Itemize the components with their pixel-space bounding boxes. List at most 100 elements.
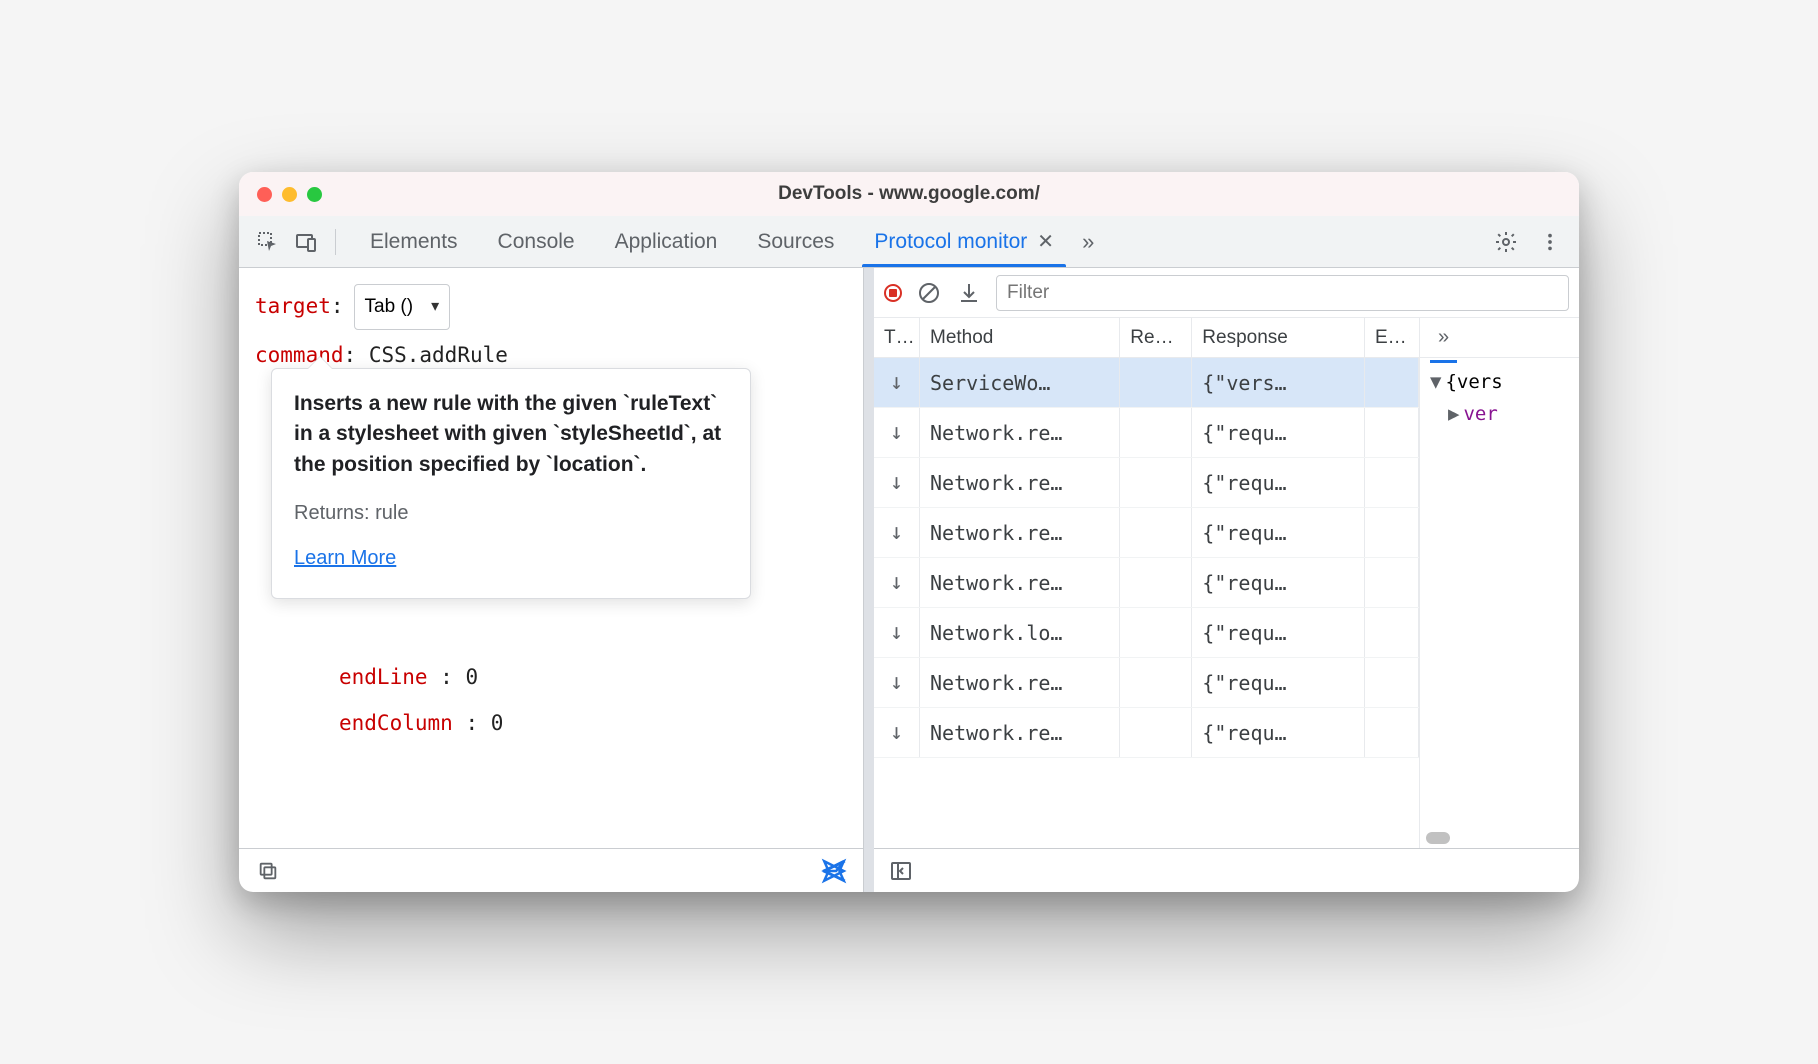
detail-more-tabs-icon[interactable]: » [1430, 322, 1457, 353]
table-row[interactable]: ↓Network.lo… {"requ… [874, 608, 1419, 658]
filter-input[interactable] [996, 275, 1569, 311]
cell-type: ↓ [874, 658, 920, 707]
detail-panel-header: » [1420, 318, 1579, 358]
cell-request [1120, 408, 1192, 457]
table-header: T… Method Re… Response E… [874, 318, 1419, 358]
cell-request [1120, 658, 1192, 707]
close-window-button[interactable] [257, 187, 272, 202]
toolbar-divider [335, 229, 336, 255]
cell-elapsed [1365, 508, 1419, 557]
titlebar: DevTools - www.google.com/ [239, 172, 1579, 216]
cell-request [1120, 508, 1192, 557]
col-type[interactable]: T… [874, 318, 920, 357]
tab-application[interactable]: Application [595, 216, 738, 267]
cell-elapsed [1365, 708, 1419, 757]
cell-elapsed [1365, 458, 1419, 507]
target-select[interactable]: Tab () [354, 284, 451, 330]
cell-response: {"requ… [1192, 458, 1365, 507]
col-request[interactable]: Re… [1120, 318, 1192, 357]
cell-response: {"requ… [1192, 708, 1365, 757]
window-title: DevTools - www.google.com/ [778, 183, 1040, 205]
param-preview: endLine : 0 endColumn : 0 [339, 658, 503, 750]
cell-type: ↓ [874, 458, 920, 507]
table-row[interactable]: ↓ServiceWo…{"vers… [874, 358, 1419, 408]
toggle-sidebar-icon[interactable] [886, 856, 916, 886]
cell-elapsed [1365, 658, 1419, 707]
minimize-window-button[interactable] [282, 187, 297, 202]
tooltip-description: Inserts a new rule with the given `ruleT… [294, 389, 728, 480]
command-value: CSS.addRule [369, 343, 508, 367]
cell-request [1120, 358, 1192, 407]
more-tabs-icon[interactable]: » [1082, 229, 1094, 255]
cell-request [1120, 558, 1192, 607]
detail-horizontal-scrollbar[interactable] [1426, 832, 1450, 844]
cell-response: {"vers… [1192, 358, 1365, 407]
messages-table: T… Method Re… Response E… ↓ServiceWo…{"v… [874, 318, 1419, 848]
table-row[interactable]: ↓Network.re…{"requ… [874, 558, 1419, 608]
tab-console[interactable]: Console [478, 216, 595, 267]
cell-method: Network.re… [920, 658, 1120, 707]
device-toolbar-icon[interactable] [291, 227, 321, 257]
cell-response: {"requ… [1192, 658, 1365, 707]
inspect-element-icon[interactable] [253, 227, 283, 257]
cell-response: {"requ… [1192, 508, 1365, 557]
cell-method: Network.re… [920, 558, 1120, 607]
devtools-window: DevTools - www.google.com/ Elements Cons… [239, 172, 1579, 892]
protocol-toolbar [874, 268, 1579, 318]
detail-tree[interactable]: ▼{vers ▶ver [1420, 358, 1579, 848]
cell-request [1120, 708, 1192, 757]
record-button[interactable] [884, 284, 902, 302]
table-row[interactable]: ↓Network.re… {"requ… [874, 408, 1419, 458]
cell-elapsed [1365, 608, 1419, 657]
tooltip-returns: Returns: rule [294, 494, 728, 532]
cell-type: ↓ [874, 358, 920, 407]
protocol-monitor-pane: T… Method Re… Response E… ↓ServiceWo…{"v… [874, 268, 1579, 892]
editor-footer [239, 848, 863, 892]
table-row[interactable]: ↓Network.re… {"requ… [874, 508, 1419, 558]
command-editor-pane: target: Tab () command: CSS.addRule Inse… [239, 268, 864, 892]
col-response[interactable]: Response [1192, 318, 1365, 357]
table-row[interactable]: ↓Network.re…{"requ… [874, 458, 1419, 508]
cell-elapsed [1365, 358, 1419, 407]
command-editor[interactable]: target: Tab () command: CSS.addRule Inse… [239, 268, 863, 848]
main-toolbar: Elements Console Application Sources Pro… [239, 216, 1579, 268]
traffic-lights [257, 187, 322, 202]
clear-icon[interactable] [916, 280, 942, 306]
cell-response: {"requ… [1192, 408, 1365, 457]
content-area: target: Tab () command: CSS.addRule Inse… [239, 268, 1579, 892]
cell-method: Network.re… [920, 508, 1120, 557]
tab-protocol-monitor[interactable]: Protocol monitor ✕ [854, 216, 1074, 267]
cell-request [1120, 608, 1192, 657]
cell-method: Network.re… [920, 408, 1120, 457]
col-method[interactable]: Method [920, 318, 1120, 357]
settings-icon[interactable] [1491, 227, 1521, 257]
panel-tabs: Elements Console Application Sources Pro… [350, 216, 1094, 267]
protocol-footer [874, 848, 1579, 892]
tab-elements[interactable]: Elements [350, 216, 478, 267]
close-tab-icon[interactable]: ✕ [1037, 229, 1054, 254]
cell-type: ↓ [874, 508, 920, 557]
more-options-icon[interactable] [1535, 227, 1565, 257]
cell-type: ↓ [874, 408, 920, 457]
tooltip-learn-more-link[interactable]: Learn More [294, 547, 396, 569]
cell-type: ↓ [874, 608, 920, 657]
cell-response: {"requ… [1192, 558, 1365, 607]
table-body: ↓ServiceWo…{"vers…↓Network.re…{"requ…↓Ne… [874, 358, 1419, 758]
cell-elapsed [1365, 408, 1419, 457]
cell-response: {"requ… [1192, 608, 1365, 657]
pane-splitter[interactable] [864, 268, 874, 892]
send-command-icon[interactable] [819, 856, 849, 886]
copy-icon[interactable] [253, 856, 283, 886]
protocol-content: T… Method Re… Response E… ↓ServiceWo…{"v… [874, 318, 1579, 848]
detail-panel: » ▼{vers ▶ver [1419, 318, 1579, 848]
cell-type: ↓ [874, 708, 920, 757]
table-row[interactable]: ↓Network.re… {"requ… [874, 658, 1419, 708]
table-row[interactable]: ↓Network.re…{"requ… [874, 708, 1419, 758]
cell-method: Network.lo… [920, 608, 1120, 657]
zoom-window-button[interactable] [307, 187, 322, 202]
download-icon[interactable] [956, 280, 982, 306]
cell-elapsed [1365, 558, 1419, 607]
command-tooltip: Inserts a new rule with the given `ruleT… [271, 368, 751, 599]
col-elapsed[interactable]: E… [1365, 318, 1419, 357]
tab-sources[interactable]: Sources [737, 216, 854, 267]
